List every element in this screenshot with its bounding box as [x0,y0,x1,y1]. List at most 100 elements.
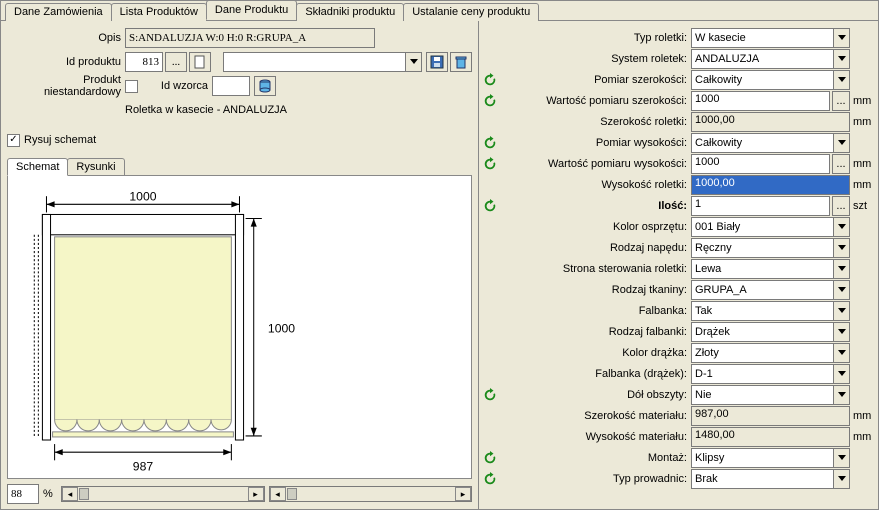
draw-schema-checkbox[interactable] [7,134,20,147]
browse-button[interactable]: ... [832,154,850,174]
property-field: 1000... [691,91,850,111]
scroll-left-icon[interactable]: ◂ [62,487,78,501]
property-row: Szerokość materiału:987,00mm [479,405,874,426]
tab-order[interactable]: Dane Zamówienia [5,3,112,21]
scroll-right-icon[interactable]: ▸ [455,487,471,501]
chevron-down-icon[interactable] [833,323,849,341]
idprod-combo[interactable] [223,52,422,72]
chevron-down-icon[interactable] [833,29,849,47]
chevron-down-icon[interactable] [833,218,849,236]
delete-button[interactable] [450,52,472,72]
text-input[interactable]: 1000,00 [691,175,850,195]
combo-value: Całkowity [692,137,833,149]
chevron-down-icon[interactable] [833,71,849,89]
chevron-down-icon[interactable] [833,260,849,278]
property-label: Rodzaj falbanki: [501,326,691,338]
property-row: Kolor osprzętu:001 Biały [479,216,874,237]
property-label: Typ roletki: [501,32,691,44]
refresh-button[interactable] [479,157,501,171]
right-panel: Typ roletki:W kasecieSystem roletek:ANDA… [479,21,878,509]
chevron-down-icon[interactable] [833,344,849,362]
text-input[interactable]: 1000 [691,91,830,111]
combo[interactable]: Ręczny [691,238,850,258]
refresh-button[interactable] [479,73,501,87]
combo[interactable]: ANDALUZJA [691,49,850,69]
combo[interactable]: Drążek [691,322,850,342]
opis-field[interactable] [125,28,375,48]
combo[interactable]: Tak [691,301,850,321]
refresh-icon [483,388,497,402]
tab-product-data[interactable]: Dane Produktu [206,0,297,20]
zoom-input[interactable] [7,484,39,504]
property-label: Kolor drążka: [501,347,691,359]
nonstd-label: Produkt niestandardowy [7,74,125,98]
readonly-value: 987,00 [691,406,850,426]
chevron-down-icon[interactable] [833,470,849,488]
property-row: Kolor drążka:Złoty [479,342,874,363]
scroll-right-icon[interactable]: ▸ [248,487,264,501]
tab-components[interactable]: Składniki produktu [296,3,404,21]
dim-top: 1000 [129,189,156,203]
text-input[interactable]: 1 [691,196,830,216]
chevron-down-icon[interactable] [833,386,849,404]
idwz-action-button[interactable] [254,76,276,96]
combo[interactable]: Nie [691,385,850,405]
combo[interactable]: 001 Biały [691,217,850,237]
combo[interactable]: W kasecie [691,28,850,48]
blank-page-icon [192,54,208,70]
combo[interactable]: D-1 [691,364,850,384]
main-tabs: Dane Zamówienia Lista Produktów Dane Pro… [1,1,878,21]
nonstd-checkbox[interactable] [125,80,138,93]
chevron-down-icon[interactable] [833,134,849,152]
refresh-button[interactable] [479,94,501,108]
property-field: ANDALUZJA [691,49,850,69]
chevron-down-icon[interactable] [833,50,849,68]
idprod-field[interactable] [125,52,163,72]
refresh-icon [483,472,497,486]
combo[interactable]: Złoty [691,343,850,363]
chevron-down-icon[interactable] [405,53,421,71]
tab-product-list[interactable]: Lista Produktów [111,3,207,21]
idprod-browse-button[interactable]: ... [165,52,187,72]
scroll-left-icon[interactable]: ◂ [270,487,286,501]
refresh-icon [483,136,497,150]
property-row: Strona sterowania roletki:Lewa [479,258,874,279]
h-scroll-2[interactable]: ◂ ▸ [269,486,473,502]
text-input[interactable]: 1000 [691,154,830,174]
app-window: Dane Zamówienia Lista Produktów Dane Pro… [0,0,879,510]
save-button[interactable] [426,52,448,72]
scroll-thumb[interactable] [287,488,297,500]
chevron-down-icon[interactable] [833,281,849,299]
idwz-field[interactable] [212,76,250,96]
draw-schema-label: Rysuj schemat [24,134,96,146]
unit-label: mm [850,158,874,170]
property-field: D-1 [691,364,850,384]
browse-button[interactable]: ... [832,91,850,111]
chevron-down-icon[interactable] [833,365,849,383]
scroll-thumb[interactable] [79,488,89,500]
chevron-down-icon[interactable] [833,302,849,320]
combo[interactable]: Całkowity [691,133,850,153]
h-scroll-1[interactable]: ◂ ▸ [61,486,265,502]
combo[interactable]: Klipsy [691,448,850,468]
combo[interactable]: Lewa [691,259,850,279]
refresh-button[interactable] [479,199,501,213]
combo[interactable]: Całkowity [691,70,850,90]
combo[interactable]: GRUPA_A [691,280,850,300]
combo[interactable]: Brak [691,469,850,489]
property-label: Dół obszyty: [501,389,691,401]
browse-button[interactable]: ... [832,196,850,216]
property-field: 1000... [691,154,850,174]
chevron-down-icon[interactable] [833,239,849,257]
chevron-down-icon[interactable] [833,449,849,467]
idprod-clear-button[interactable] [189,52,211,72]
subtab-rysunki[interactable]: Rysunki [67,158,124,175]
combo-value: Nie [692,389,833,401]
refresh-button[interactable] [479,136,501,150]
refresh-button[interactable] [479,451,501,465]
subtab-schemat[interactable]: Schemat [7,158,68,176]
refresh-button[interactable] [479,388,501,402]
dim-bottom: 987 [133,459,154,473]
tab-pricing[interactable]: Ustalanie ceny produktu [403,3,539,21]
refresh-button[interactable] [479,472,501,486]
